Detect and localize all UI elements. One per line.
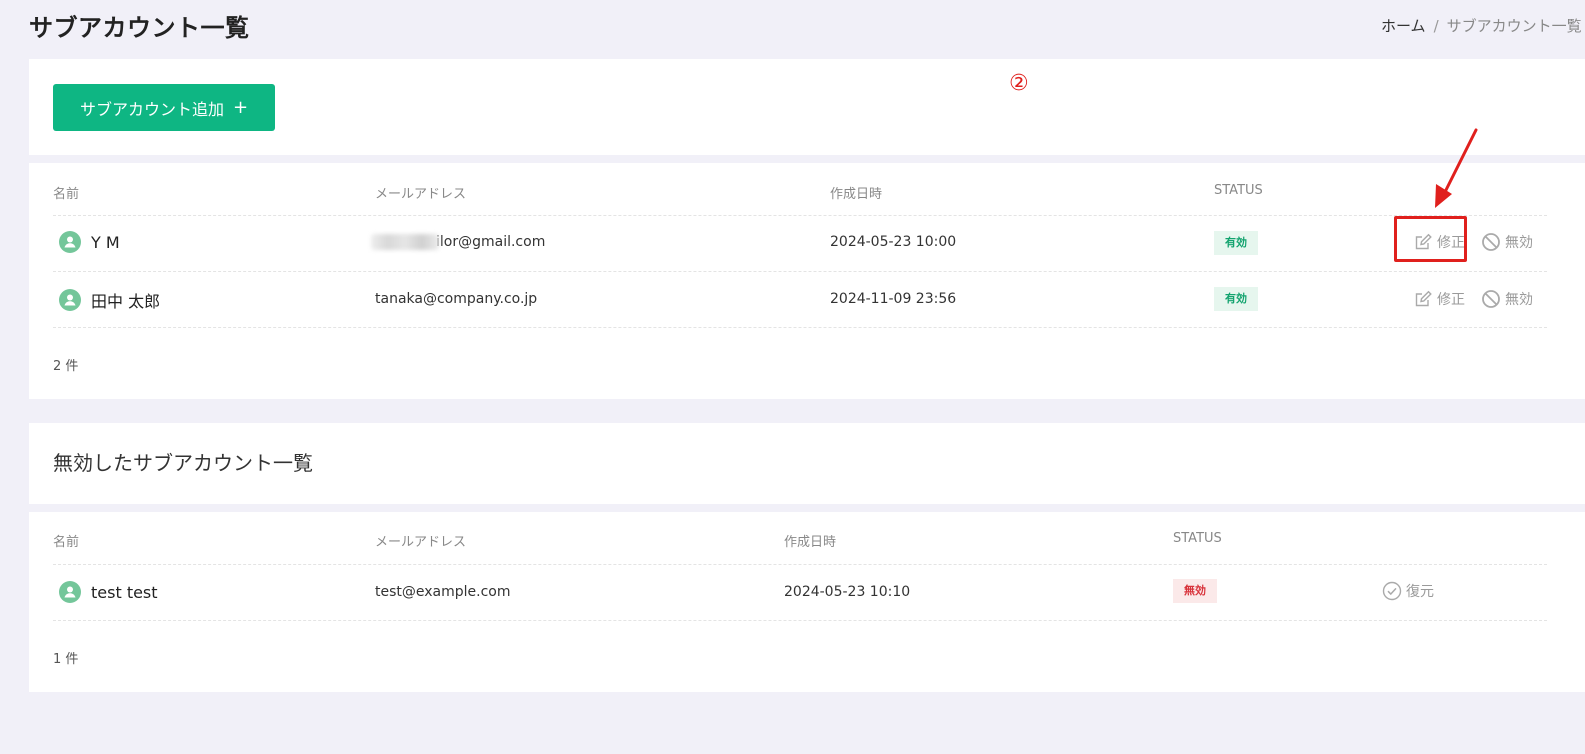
table-row-email: test@example.com [375, 584, 511, 600]
row-email-text: ilor@gmail.com [436, 234, 546, 250]
record-count: 2 件 [53, 359, 79, 374]
check-circle-icon [1382, 581, 1402, 601]
breadcrumb-current: サブアカウント一覧 [1446, 17, 1582, 35]
add-subaccount-label: サブアカウント追加 [79, 99, 224, 119]
column-header-created: 作成日時 [830, 187, 883, 202]
inactive-accounts-table: 名前 メールアドレス 作成日時 STATUS test test test@ex… [29, 512, 1585, 692]
status-badge: 無効 [1173, 579, 1217, 603]
row-divider [53, 327, 1547, 328]
row-name-text: test test [91, 582, 158, 602]
disable-label: 無効 [1505, 235, 1533, 251]
table-row-name: test test [59, 581, 158, 603]
user-icon [64, 236, 76, 248]
step-number-annotation: ② [1009, 71, 1029, 96]
add-subaccount-button[interactable]: サブアカウント追加 + [53, 84, 275, 131]
ban-icon [1482, 290, 1500, 308]
column-header-status: STATUS [1214, 183, 1263, 198]
record-count: 1 件 [53, 652, 79, 667]
disable-label: 無効 [1505, 292, 1533, 308]
page-title: サブアカウント一覧 [29, 14, 250, 42]
edit-button[interactable]: 修正 [1413, 289, 1465, 309]
table-row-email: ilor@gmail.com [371, 234, 545, 250]
table-row-created: 2024-05-23 10:10 [784, 584, 911, 600]
row-divider [53, 271, 1547, 272]
redacted-blur [371, 234, 439, 250]
column-header-email: メールアドレス [375, 187, 467, 202]
user-icon [64, 294, 76, 306]
avatar [59, 231, 81, 253]
restore-label: 復元 [1406, 584, 1434, 600]
inactive-accounts-header: 無効したサブアカウント一覧 [29, 423, 1585, 504]
column-header-name: 名前 [53, 187, 80, 202]
disable-button[interactable]: 無効 [1481, 289, 1533, 309]
user-icon [64, 586, 76, 598]
highlight-annotation-box [1394, 216, 1467, 262]
annotation-arrow [1435, 128, 1478, 208]
avatar [59, 289, 81, 311]
active-accounts-toolbar: サブアカウント追加 + ② [29, 59, 1585, 155]
plus-icon: + [232, 97, 249, 118]
row-name-text: 田中 太郎 [91, 292, 161, 311]
restore-button[interactable]: 復元 [1382, 581, 1434, 601]
disable-button[interactable]: 無効 [1481, 232, 1533, 252]
row-divider [53, 620, 1547, 621]
column-header-status: STATUS [1173, 531, 1222, 546]
breadcrumb: ホーム / サブアカウント一覧 [1381, 15, 1585, 36]
section-title: 無効したサブアカウント一覧 [53, 451, 313, 475]
ban-icon [1482, 233, 1500, 251]
status-badge: 有効 [1214, 287, 1258, 311]
edit-label: 修正 [1437, 292, 1465, 308]
table-row-email: tanaka@company.co.jp [375, 291, 538, 307]
row-divider [53, 215, 1547, 216]
breadcrumb-separator: / [1433, 17, 1439, 35]
table-row-name: 田中 太郎 [59, 288, 160, 312]
table-row-created: 2024-05-23 10:00 [830, 234, 957, 250]
column-header-name: 名前 [53, 535, 80, 550]
row-divider [53, 564, 1547, 565]
column-header-email: メールアドレス [375, 535, 467, 550]
table-row-name: Y M [59, 231, 120, 253]
row-name-text: Y M [91, 232, 120, 252]
table-row-created: 2024-11-09 23:56 [830, 291, 957, 307]
status-badge: 有効 [1214, 231, 1258, 255]
active-accounts-table: 名前 メールアドレス 作成日時 STATUS Y M ilor@gmail.co… [29, 163, 1585, 399]
column-header-created: 作成日時 [784, 535, 837, 550]
edit-icon [1415, 290, 1432, 307]
avatar [59, 581, 81, 603]
breadcrumb-home[interactable]: ホーム [1381, 17, 1426, 35]
